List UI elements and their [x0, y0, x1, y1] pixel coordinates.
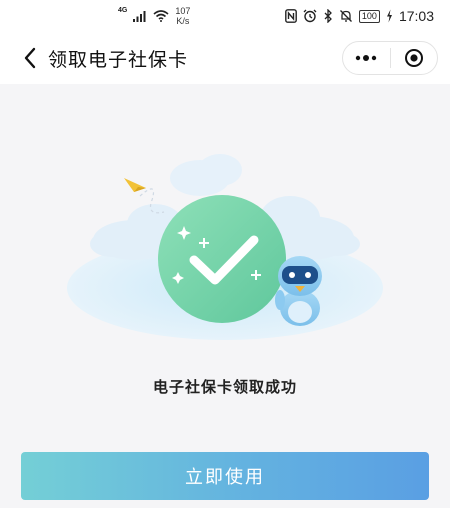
signal-icon [133, 11, 146, 22]
mute-icon [339, 10, 352, 22]
success-message: 电子社保卡领取成功 [152, 378, 297, 396]
cloud-top [170, 154, 242, 196]
check-circle [158, 195, 286, 323]
success-illustration [67, 154, 383, 340]
use-now-button[interactable]: 立即使用 [21, 452, 429, 500]
target-close-icon [404, 49, 423, 67]
status-left: 4G 107 K/s [118, 6, 190, 26]
speed-value: 107 [175, 6, 191, 16]
battery-icon: 100 [358, 9, 380, 23]
alarm-icon [303, 9, 317, 23]
more-button[interactable] [343, 42, 390, 74]
paper-plane-icon [124, 178, 146, 192]
close-button[interactable] [390, 42, 437, 74]
chevron-left-icon [24, 47, 36, 69]
charging-icon [386, 9, 392, 23]
mini-program-capsule [342, 41, 438, 75]
bluetooth-icon [324, 9, 332, 23]
network-speed: 107 K/s [175, 6, 190, 26]
status-bar: 4G 107 K/s 100 17:03 [0, 0, 450, 32]
nav-bar: 领取电子社保卡 [0, 32, 450, 84]
network-generation: 4G [118, 6, 128, 14]
more-dots-icon [356, 55, 377, 61]
wifi-icon [153, 10, 169, 22]
page-title: 领取电子社保卡 [48, 49, 189, 71]
clock: 17:03 [398, 8, 434, 24]
back-button[interactable] [16, 44, 44, 72]
nfc-icon [285, 9, 297, 23]
speed-unit: K/s [176, 16, 190, 26]
status-right: 100 17:03 [285, 6, 434, 26]
